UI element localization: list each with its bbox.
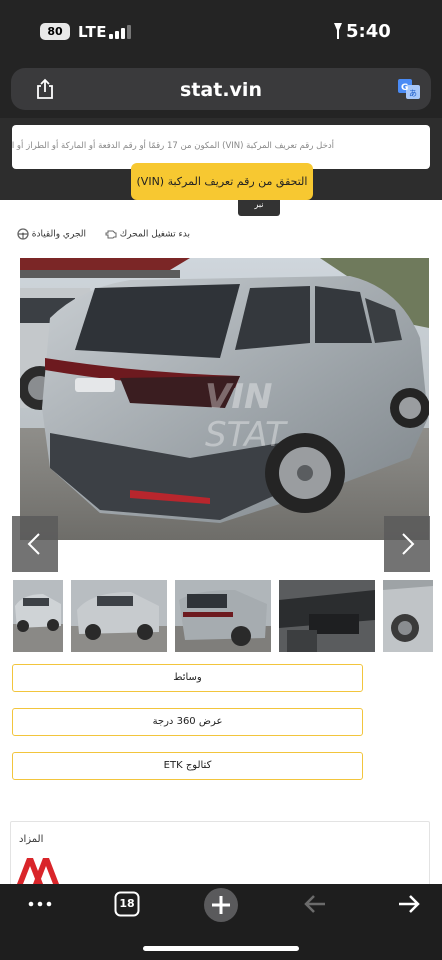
status-bar: 80 LTE 5:40: [0, 0, 442, 64]
feature-label: بدء تشغيل المحرك: [119, 229, 190, 240]
thumbnail-3[interactable]: [175, 580, 271, 652]
back-icon[interactable]: [302, 890, 328, 918]
address-bar[interactable]: stat.vin G あ: [11, 68, 431, 110]
chevron-right-icon: [402, 533, 415, 555]
feature-run-drive: الجري والقيادة: [13, 228, 86, 240]
svg-text:あ: あ: [409, 89, 417, 98]
svg-text:STAT: STAT: [205, 415, 288, 455]
location-icon: [334, 23, 342, 39]
clock: 5:40: [346, 21, 391, 42]
view-360-button[interactable]: عرض 360 درجة: [12, 708, 363, 736]
svg-text:G: G: [401, 83, 408, 93]
translate-icon[interactable]: G あ: [398, 79, 420, 99]
tab-count: 18: [119, 897, 135, 910]
auction-label: المزاد: [19, 834, 44, 845]
more-icon[interactable]: [26, 890, 54, 918]
etk-catalog-button[interactable]: كتالوج ETK: [12, 752, 363, 780]
thumbnail-1[interactable]: [13, 580, 63, 652]
network-type: LTE: [78, 23, 108, 41]
check-vin-button[interactable]: التحقق من رقم تعريف المركبة (VIN): [131, 163, 313, 200]
web-page: أدخل رقم تعريف المركبة (VIN) المكون من 1…: [0, 118, 442, 884]
home-indicator[interactable]: [143, 946, 299, 951]
signal-icon: [109, 25, 133, 39]
tabs-button[interactable]: 18: [114, 890, 140, 918]
svg-text:VIN: VIN: [205, 377, 272, 417]
photo-thumbnails: [13, 580, 433, 652]
url-text[interactable]: stat.vin: [11, 79, 431, 101]
media-button[interactable]: وسائط: [12, 664, 363, 692]
feature-label: الجري والقيادة: [31, 229, 86, 240]
thumbnail-2[interactable]: [71, 580, 167, 652]
engine-icon: [105, 230, 117, 239]
thumbnail-4[interactable]: [279, 580, 375, 652]
steering-wheel-icon: [17, 228, 29, 240]
chevron-left-icon: [27, 533, 40, 555]
forward-icon[interactable]: [396, 890, 422, 918]
battery-indicator: 80: [40, 23, 70, 40]
thumbnail-5[interactable]: [383, 580, 433, 652]
auction-logo: [17, 858, 59, 884]
vehicle-main-photo[interactable]: VIN STAT: [20, 258, 429, 540]
address-bar-area: stat.vin G あ: [0, 64, 442, 118]
new-tab-icon[interactable]: [203, 887, 239, 923]
auction-card: المزاد: [10, 821, 430, 884]
previous-photo-button[interactable]: [12, 516, 58, 572]
next-photo-button[interactable]: [384, 516, 430, 572]
feature-engine-start: بدء تشغيل المحرك: [101, 228, 190, 240]
